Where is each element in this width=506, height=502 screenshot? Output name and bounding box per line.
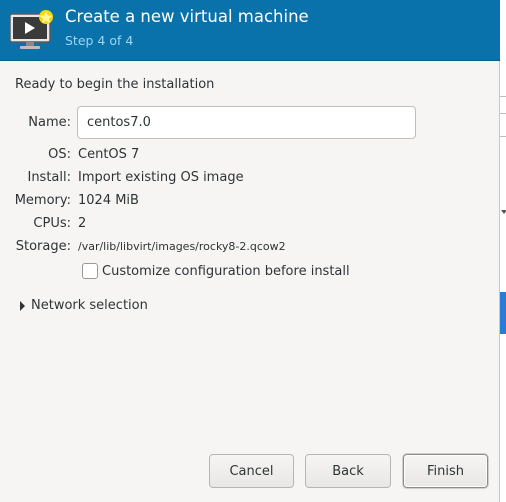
background-window [500,0,506,502]
back-button[interactable]: Back [305,454,391,488]
memory-label: Memory: [14,193,71,208]
background-divider [500,113,506,114]
cpus-value: 2 [78,216,87,231]
network-selection-label[interactable]: Network selection [31,298,148,313]
customize-checkbox[interactable] [82,263,98,279]
virtual-machine-icon [9,10,53,49]
network-selection-expander[interactable]: Network selection [20,298,148,313]
memory-value: 1024 MiB [78,193,139,208]
storage-label: Storage: [15,239,71,254]
background-divider [500,96,506,97]
background-dropdown-icon [501,210,506,214]
customize-option[interactable]: Customize configuration before install [82,262,350,280]
dialog-title: Create a new virtual machine [65,7,309,26]
cancel-button[interactable]: Cancel [209,454,294,488]
new-vm-dialog: Create a new virtual machine Step 4 of 4… [0,0,500,502]
background-divider [500,136,506,137]
finish-button[interactable]: Finish [403,454,488,488]
install-label: Install: [27,170,71,185]
name-label: Name: [28,115,71,130]
customize-label[interactable]: Customize configuration before install [102,264,350,279]
background-selection [500,292,506,334]
os-value: CentOS 7 [78,147,140,162]
expander-arrow-icon [20,300,25,311]
storage-path: /var/lib/libvirt/images/rocky8-2.qcow2 [78,240,286,253]
os-label: OS: [48,147,71,162]
dialog-header: Create a new virtual machine Step 4 of 4 [0,0,500,61]
ready-heading: Ready to begin the installation [15,77,215,92]
vm-name-field[interactable] [77,106,416,139]
cpus-label: CPUs: [33,216,71,231]
step-indicator: Step 4 of 4 [65,33,134,48]
install-value: Import existing OS image [78,170,244,185]
